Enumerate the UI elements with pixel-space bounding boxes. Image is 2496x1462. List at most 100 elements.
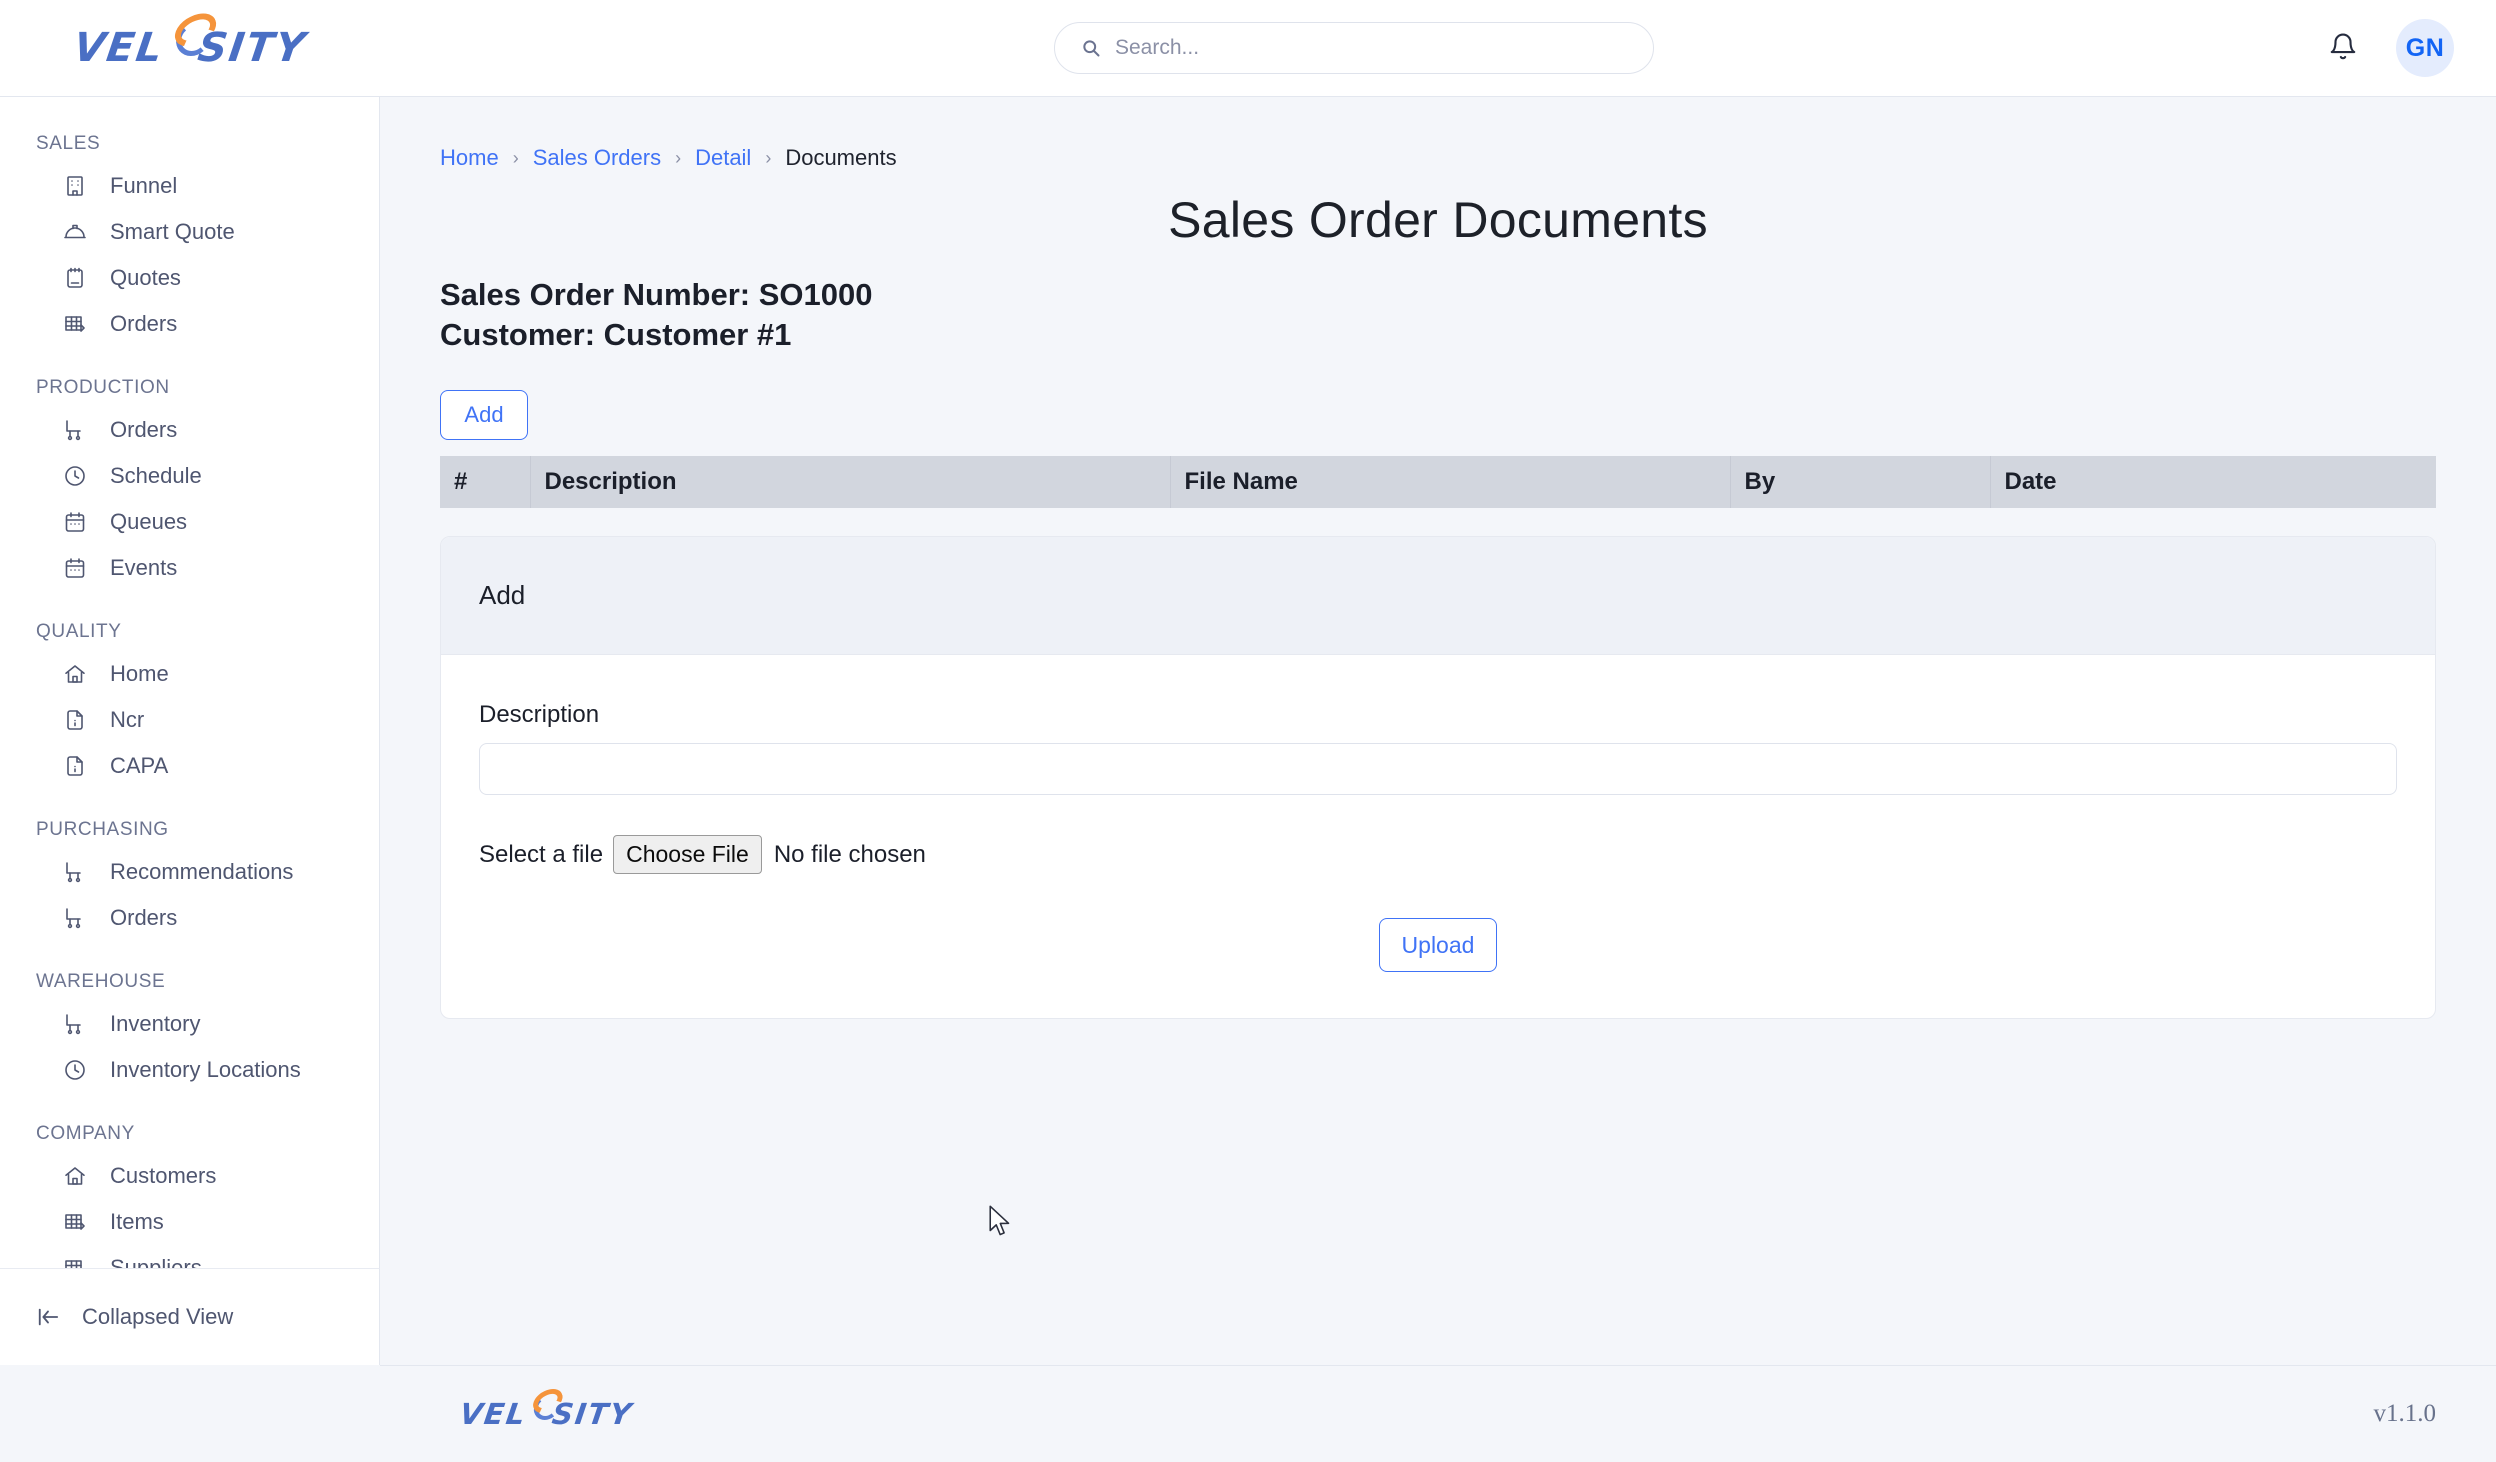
clipboard-icon	[62, 265, 88, 291]
sidebar-item-label: Orders	[110, 311, 178, 336]
app-version: v1.1.0	[2373, 1400, 2437, 1427]
sidebar-item-inventory-locations[interactable]: Inventory Locations	[0, 1047, 379, 1093]
table-column-header: By	[1730, 456, 1991, 509]
sidebar-item-funnel[interactable]: Funnel	[0, 163, 379, 209]
breadcrumb-item-sales-orders[interactable]: Sales Orders	[533, 145, 661, 171]
cart-icon	[62, 859, 88, 885]
sidebar-section-title-production: PRODUCTION	[36, 377, 170, 398]
sidebar-item-label: Schedule	[110, 463, 202, 488]
table-column-header: Date	[1990, 456, 2436, 509]
table-grid-icon	[62, 311, 88, 337]
page-title: Sales Order Documents	[1168, 192, 1708, 248]
sidebar-item-recommendations[interactable]: Recommendations	[0, 849, 379, 895]
breadcrumb-separator: ›	[512, 147, 519, 168]
clock-icon	[62, 1057, 88, 1083]
calendar-icon	[62, 555, 88, 581]
sidebar-item-home[interactable]: Home	[0, 651, 379, 697]
sidebar-item-label: Inventory	[110, 1011, 201, 1036]
velosity-logo: VELOSITY	[70, 6, 309, 71]
top-bar: VELOSITY	[0, 0, 2496, 97]
sidebar-item-label: Smart Quote	[110, 219, 235, 244]
app-root: VELOSITY	[0, 0, 2496, 1462]
sidebar-item-events[interactable]: Events	[0, 545, 379, 591]
sidebar-item-capa[interactable]: CAPA	[0, 743, 379, 789]
search-icon	[1081, 38, 1101, 58]
breadcrumb-item-detail[interactable]: Detail	[695, 145, 751, 171]
description-input[interactable]	[479, 743, 2397, 796]
clock-icon	[62, 463, 88, 489]
sidebar-section-title-sales: SALES	[36, 133, 101, 154]
add-button[interactable]: Add	[440, 390, 528, 441]
search-area	[380, 22, 2328, 74]
collapse-left-icon	[34, 1306, 64, 1328]
cart-icon	[62, 905, 88, 931]
avatar[interactable]: GN	[2396, 19, 2454, 77]
sidebar-item-label: Queues	[110, 509, 188, 534]
add-panel-header: Add	[441, 537, 2435, 656]
sidebar: SALES Funnel Smart Quote Quotes Orders PRODUC…	[0, 97, 380, 1365]
sidebar-section-title-purchasing: PURCHASING	[36, 819, 169, 840]
notification-bell-icon[interactable]	[2328, 31, 2358, 65]
search-input[interactable]	[1115, 36, 1615, 60]
upload-button[interactable]: Upload	[1379, 918, 1497, 973]
breadcrumb: Home › Sales Orders › Detail › Documents	[380, 97, 2496, 171]
table-column-header: Description	[530, 456, 1171, 509]
file-info-icon	[62, 753, 88, 779]
brand-logo-header[interactable]: VELOSITY	[0, 0, 380, 96]
top-bar-actions: GN	[2328, 19, 2454, 77]
sidebar-item-label: Orders	[110, 417, 178, 442]
table-column-header: #	[440, 456, 531, 509]
sidebar-item-label: Inventory Locations	[110, 1057, 301, 1082]
collapse-view-button[interactable]: Collapsed View	[0, 1268, 380, 1365]
sidebar-item-items[interactable]: Items	[0, 1199, 379, 1245]
home-icon	[62, 1163, 88, 1189]
sidebar-item-label: CAPA	[110, 753, 169, 778]
sidebar-item-label: Items	[110, 1209, 164, 1234]
sidebar-item-smart-quote[interactable]: Smart Quote	[0, 209, 379, 255]
sidebar-section-title-warehouse: WAREHOUSE	[36, 971, 166, 992]
sidebar-item-label: Recommendations	[110, 859, 294, 884]
breadcrumb-item-home[interactable]: Home	[440, 145, 499, 171]
sidebar-item-label: Home	[110, 661, 169, 686]
description-label: Description	[479, 701, 600, 729]
table-grid-icon	[62, 1209, 88, 1235]
sidebar-section-title-quality: QUALITY	[36, 621, 122, 642]
customer-name: Customer: Customer #1	[440, 316, 792, 352]
sidebar-item-quotes[interactable]: Quotes	[0, 255, 379, 301]
sidebar-section-title-company: COMPANY	[36, 1123, 135, 1144]
sidebar-item-orders[interactable]: Orders	[0, 301, 379, 347]
sidebar-item-queues[interactable]: Queues	[0, 499, 379, 545]
sidebar-item-inventory[interactable]: Inventory	[0, 1001, 379, 1047]
footer-logo-part2: SITY	[549, 1397, 636, 1431]
select-a-file-label: Select a file	[479, 840, 604, 868]
sidebar-item-schedule[interactable]: Schedule	[0, 453, 379, 499]
cart-icon	[62, 1011, 88, 1037]
footer-logo-part1: VEL	[457, 1397, 529, 1431]
breadcrumb-separator: ›	[675, 147, 682, 168]
sidebar-item-orders[interactable]: Orders	[0, 895, 379, 941]
mouse-cursor	[989, 1205, 1010, 1236]
sidebar-item-label: Funnel	[110, 173, 178, 198]
collapse-view-label: Collapsed View	[82, 1304, 234, 1329]
upload-row: Upload	[479, 918, 2397, 973]
sidebar-item-customers[interactable]: Customers	[0, 1153, 379, 1199]
file-select-row: Select a file Choose File No file chosen	[479, 835, 2397, 875]
cart-icon	[62, 417, 88, 443]
breadcrumb-separator: ›	[765, 147, 772, 168]
sidebar-item-label: Events	[110, 555, 178, 580]
documents-table: # Description File Name By Date	[440, 456, 2436, 509]
sidebar-item-ncr[interactable]: Ncr	[0, 697, 379, 743]
logo-text-part1: VEL	[70, 25, 166, 71]
sales-order-number: Sales Order Number: SO1000	[440, 277, 873, 312]
search-box[interactable]	[1054, 22, 1654, 74]
home-icon	[62, 661, 88, 687]
sidebar-item-label: Orders	[110, 905, 178, 930]
table-column-header: File Name	[1170, 456, 1731, 509]
file-info-icon	[62, 707, 88, 733]
choose-file-button[interactable]: Choose File	[613, 835, 762, 875]
velosity-logo-footer: VELOSITY	[457, 1384, 636, 1431]
sidebar-item-orders[interactable]: Orders	[0, 407, 379, 453]
sidebar-item-label: Customers	[110, 1163, 217, 1188]
building-icon	[62, 173, 88, 199]
table-header-row: # Description File Name By Date	[440, 456, 2436, 509]
